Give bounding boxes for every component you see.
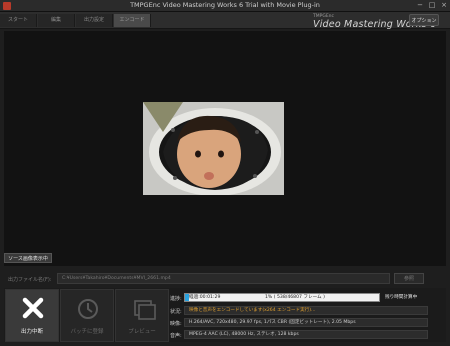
tab-edit[interactable]: 編集 [38, 14, 75, 27]
progress-bar: 経過:00:01:29 1% ( 538/46807 フレーム ) [184, 293, 380, 302]
status-label: 状況: [170, 309, 182, 315]
output-file-path-field[interactable]: C:¥Users¥Takahiro¥Documents¥MVI_2661.mp4 [57, 273, 390, 284]
window-title: TMPGEnc Video Mastering Works 6 Trial wi… [130, 1, 320, 9]
stop-x-icon [22, 297, 44, 319]
elapsed-time: 経過:00:01:29 [189, 295, 221, 300]
preview-icon [134, 300, 156, 320]
video-info: H.264/AVC, 720x480, 29.97 fps, 1パス CBR (… [184, 318, 428, 327]
remaining-time: 残り時間計算中 [385, 295, 418, 300]
stop-output-button[interactable]: 出力中断 [5, 289, 59, 342]
tab-output-settings[interactable]: 出力設定 [76, 14, 113, 27]
maximize-button[interactable]: □ [426, 1, 438, 10]
output-file-label: 出力ファイル名(F): [8, 277, 52, 283]
progress-row: 経過:00:01:29 1% ( 538/46807 フレーム ) 残り時間計算… [170, 293, 446, 302]
add-to-batch-label: バッチに登録 [70, 329, 104, 335]
video-label: 映像: [170, 321, 182, 327]
audio-info: MPEG-4 AAC (LC), 48000 Hz, ステレオ, 128 kbp… [184, 330, 428, 339]
preview-button[interactable]: プレビュー [115, 289, 169, 342]
video-preview-frame [143, 102, 284, 195]
tab-encode[interactable]: エンコード [114, 14, 151, 27]
clock-icon [78, 299, 98, 319]
step-navigation-bar: スタート 編集 出力設定 エンコード TMPGEnc Video Masteri… [0, 12, 450, 30]
video-thumbnail [143, 102, 284, 195]
preview-area [4, 31, 446, 266]
preview-label: プレビュー [128, 329, 156, 335]
title-bar: TMPGEnc Video Mastering Works 6 Trial wi… [0, 0, 450, 12]
browse-button[interactable]: 参照 [394, 273, 424, 284]
tab-start[interactable]: スタート [0, 14, 37, 27]
stop-output-label: 出力中断 [20, 329, 43, 335]
add-to-batch-button[interactable]: バッチに登録 [60, 289, 114, 342]
option-button[interactable]: オプション [409, 14, 439, 26]
minimize-button[interactable]: − [414, 1, 426, 10]
source-image-toggle-button[interactable]: ソース画像表示中 [4, 253, 52, 263]
status-value: 映像と音声をエンコードしています(x264 エンコード実行)... [184, 306, 428, 315]
close-button[interactable]: × [438, 1, 450, 10]
audio-label: 音声: [170, 333, 182, 339]
progress-frames: 1% ( 538/46807 フレーム ) [265, 295, 325, 300]
